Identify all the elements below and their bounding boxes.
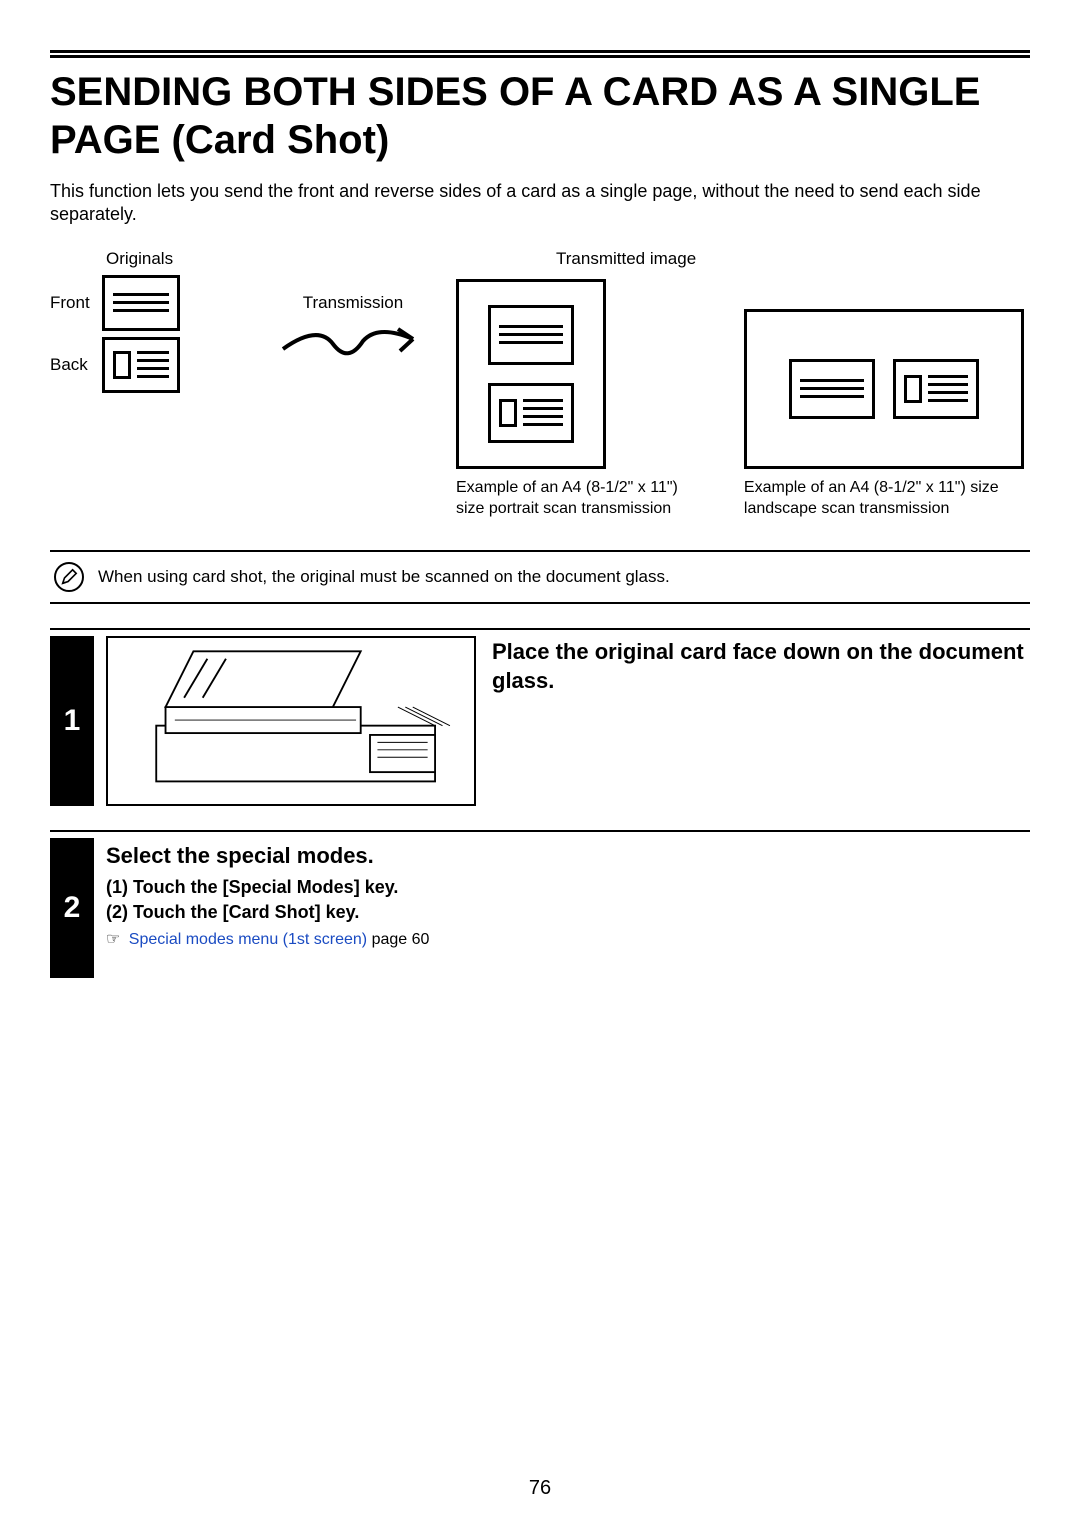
front-label: Front — [50, 293, 94, 313]
transmitted-col: Transmitted image Example of an A4 (8-1/… — [456, 249, 1030, 520]
landscape-caption: Example of an A4 (8-1/2" x 11") size lan… — [744, 477, 1030, 520]
note-rule-bottom — [50, 602, 1030, 604]
step-2: 2 Select the special modes. (1) Touch th… — [50, 830, 1030, 978]
step-1-heading: Place the original card face down on the… — [492, 638, 1030, 695]
step-2-reference: ☞ Special modes menu (1st screen) page 6… — [106, 929, 429, 949]
step-2-heading: Select the special modes. — [106, 842, 429, 871]
original-back-row: Back — [50, 337, 250, 393]
landscape-example: Example of an A4 (8-1/2" x 11") size lan… — [744, 279, 1030, 520]
diagram-row: Originals Front Back Transmission — [50, 249, 1030, 520]
page-number: 76 — [0, 1477, 1080, 1500]
originals-block: Originals Front Back — [50, 249, 250, 399]
transmission-label: Transmission — [268, 293, 438, 313]
original-front-icon — [102, 275, 180, 331]
transmission-col: Transmission — [268, 249, 438, 369]
intro-paragraph: This function lets you send the front an… — [50, 180, 1030, 227]
step-rule — [50, 830, 1030, 832]
section-double-rule — [50, 50, 1030, 58]
note-text: When using card shot, the original must … — [98, 567, 670, 587]
step-1: 1 — [50, 628, 1030, 806]
special-modes-page: page 60 — [367, 931, 429, 948]
step-2-item-2: (2) Touch the [Card Shot] key. — [106, 902, 429, 923]
back-label: Back — [50, 355, 94, 375]
transmitted-label: Transmitted image — [556, 249, 1030, 269]
step-number-2: 2 — [50, 838, 94, 978]
landscape-page-icon — [744, 309, 1024, 469]
arrow-icon — [268, 319, 438, 369]
pencil-circle-icon — [54, 562, 84, 592]
copier-illustration — [106, 636, 476, 806]
landscape-front-thumb-icon — [789, 359, 875, 419]
step-1-text: Place the original card face down on the… — [492, 636, 1030, 806]
step-2-item-1: (1) Touch the [Special Modes] key. — [106, 877, 429, 898]
special-modes-link[interactable]: Special modes menu (1st screen) — [129, 931, 367, 948]
portrait-page-icon — [456, 279, 606, 469]
step-2-text: Select the special modes. (1) Touch the … — [106, 838, 429, 978]
pointer-icon: ☞ — [106, 931, 120, 948]
page-title: SENDING BOTH SIDES OF A CARD AS A SINGLE… — [50, 68, 1030, 164]
note-box: When using card shot, the original must … — [50, 552, 1030, 602]
portrait-back-thumb-icon — [488, 383, 574, 443]
landscape-back-thumb-icon — [893, 359, 979, 419]
originals-label: Originals — [106, 249, 250, 269]
portrait-caption: Example of an A4 (8-1/2" x 11") size por… — [456, 477, 704, 520]
step-number-1: 1 — [50, 636, 94, 806]
portrait-front-thumb-icon — [488, 305, 574, 365]
step-rule — [50, 628, 1030, 630]
original-front-row: Front — [50, 275, 250, 331]
original-back-icon — [102, 337, 180, 393]
portrait-example: Example of an A4 (8-1/2" x 11") size por… — [456, 279, 704, 520]
